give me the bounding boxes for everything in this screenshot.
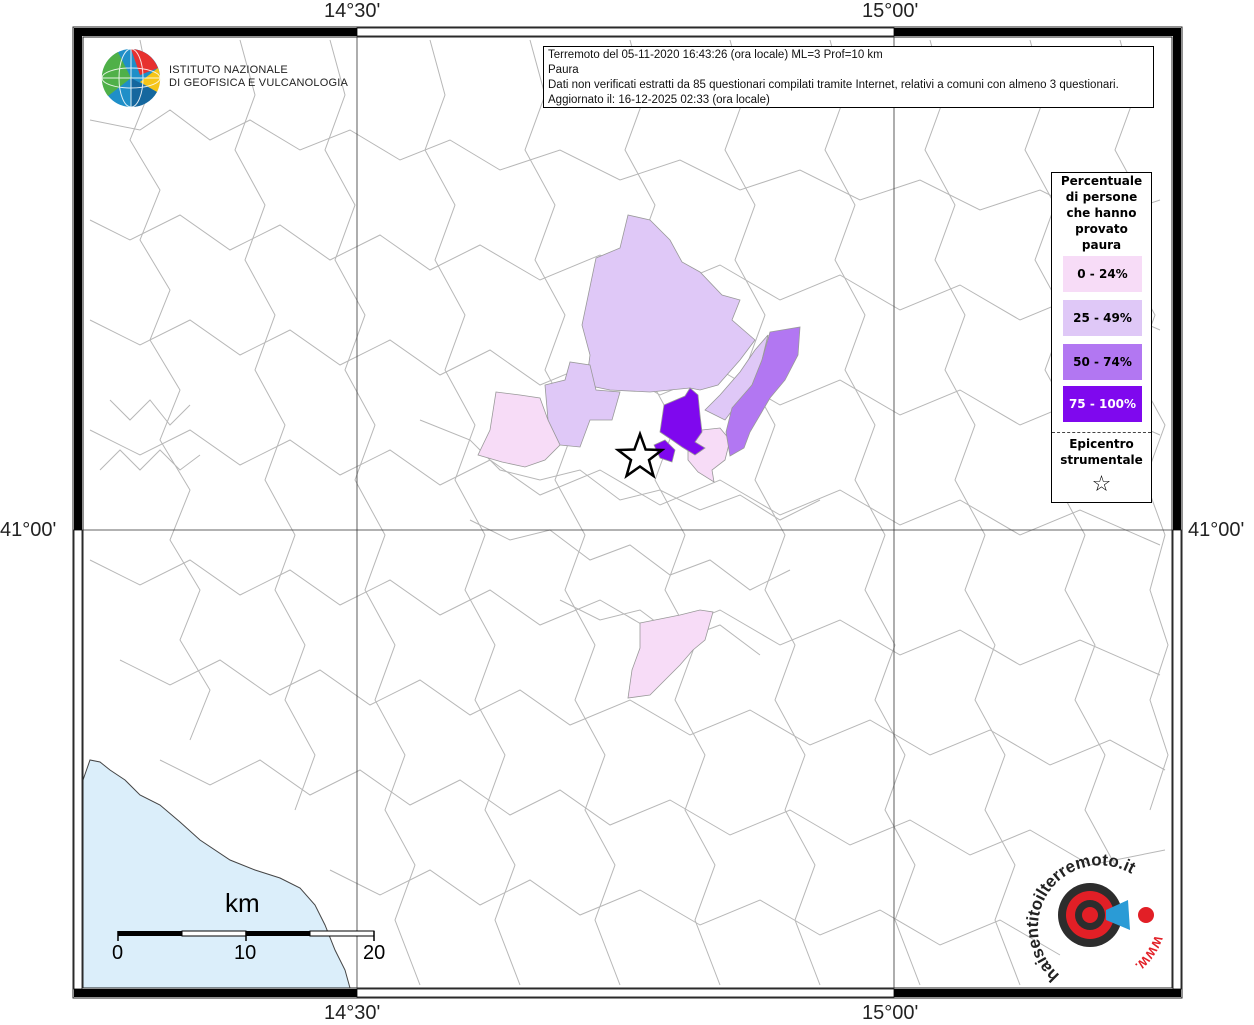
lat-label-left: 41°00' — [0, 519, 57, 541]
ingv-logo-line2: DI GEOFISICA E VULCANOLOGIA — [169, 77, 348, 89]
legend-epicentre-line: strumentale — [1060, 453, 1143, 467]
legend-epicentre-line: Epicentro — [1069, 437, 1134, 451]
legend-epicentre-label: Epicentro strumentale — [1052, 436, 1151, 468]
legend-title-line: di persone — [1065, 190, 1138, 204]
event-info-line1: Terremoto del 05-11-2020 16:43:26 (ora l… — [548, 49, 883, 61]
map-canvas — [72, 26, 1183, 999]
ingv-logo-icon — [101, 48, 161, 108]
legend-divider — [1052, 432, 1151, 433]
legend-title: Percentuale di persone che hanno provato… — [1052, 173, 1151, 253]
lat-label-right: 41°00' — [1188, 519, 1245, 541]
scale-unit: km — [225, 888, 260, 918]
ingv-logo-line1: ISTITUTO NAZIONALE — [169, 64, 288, 76]
legend-star-icon: ☆ — [1091, 472, 1112, 497]
legend-swatch-50-74: 50 - 74% — [1063, 344, 1142, 380]
legend-swatch-75-100: 75 - 100% — [1063, 386, 1142, 422]
event-info-line3: Dati non verificati estratti da 85 quest… — [548, 79, 1119, 91]
legend-swatch-25-49: 25 - 49% — [1063, 300, 1142, 336]
legend: Percentuale di persone che hanno provato… — [1051, 172, 1152, 503]
legend-title-line: provato — [1075, 222, 1128, 236]
scale-label-0: 0 — [112, 942, 124, 964]
lon-label-bottom-1: 14°30' — [324, 1002, 381, 1024]
event-info-line2: Paura — [548, 64, 579, 76]
lon-label-top-1: 14°30' — [324, 0, 381, 22]
lon-label-bottom-2: 15°00' — [862, 1002, 919, 1024]
legend-swatch-0-24: 0 - 24% — [1063, 256, 1142, 292]
scale-label-20: 20 — [363, 942, 386, 964]
lon-label-top-2: 15°00' — [862, 0, 919, 22]
legend-title-line: che hanno — [1066, 206, 1137, 220]
ingv-logo-text: ISTITUTO NAZIONALE DI GEOFISICA E VULCAN… — [169, 64, 348, 90]
legend-title-line: Percentuale — [1060, 174, 1143, 188]
scale-label-10: 10 — [234, 942, 257, 964]
legend-title-line: paura — [1081, 238, 1122, 252]
event-info-line4: Aggiornato il: 16-12-2025 02:33 (ora loc… — [548, 94, 770, 106]
event-info-box: Terremoto del 05-11-2020 16:43:26 (ora l… — [543, 46, 1154, 108]
